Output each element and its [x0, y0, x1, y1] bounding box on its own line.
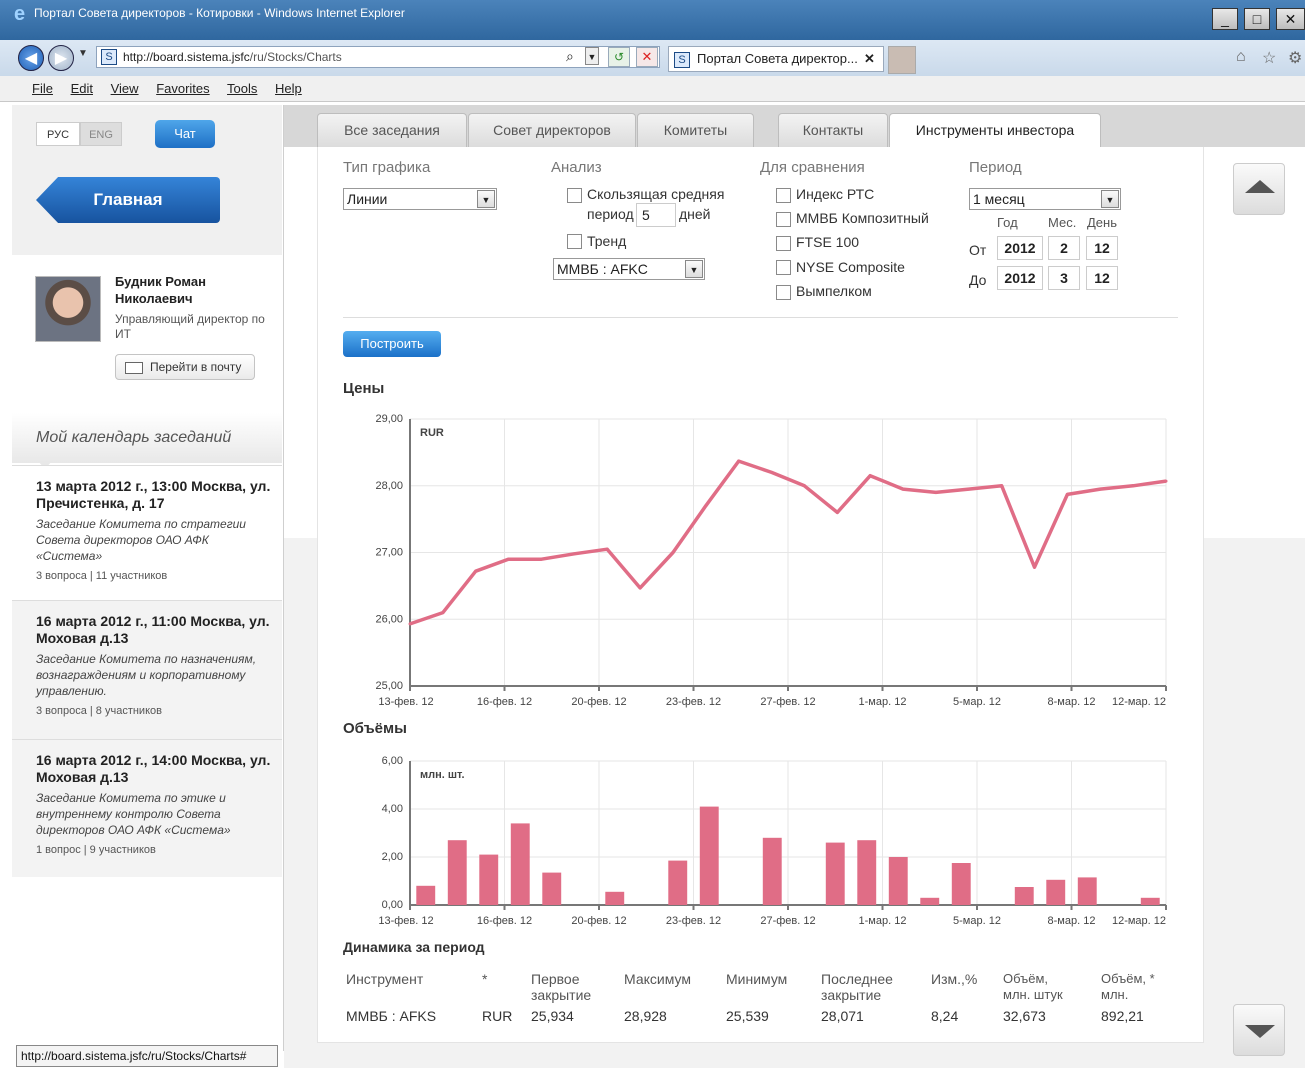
- x-tick-label: 12-мар. 12: [1112, 915, 1166, 927]
- y-tick-label: 26,00: [375, 613, 403, 625]
- price-point: [868, 474, 872, 478]
- table-header-currency: *: [482, 971, 488, 987]
- x-tick-label: 20-фев. 12: [571, 915, 626, 927]
- x-tick-label: 16-фев. 12: [477, 915, 532, 927]
- price-point: [901, 487, 905, 491]
- table-header-instrument: Инструмент: [346, 971, 424, 987]
- x-tick-label: 1-мар. 12: [859, 915, 907, 927]
- x-tick-label: 8-мар. 12: [1048, 696, 1096, 708]
- price-point: [1033, 565, 1037, 569]
- table-header-first-close: Первое закрытие: [531, 971, 592, 1003]
- price-point: [1164, 479, 1168, 483]
- volume-bar: [857, 840, 877, 905]
- y-tick-label: 29,00: [375, 413, 403, 425]
- x-tick-label: 23-фев. 12: [666, 696, 721, 708]
- volume-bar: [479, 854, 499, 905]
- arrow-down-icon: [1245, 1025, 1275, 1038]
- price-point: [835, 510, 839, 514]
- price-point: [408, 622, 412, 626]
- table-cell: 25,934: [531, 1008, 574, 1024]
- y-tick-label: 0,00: [382, 899, 403, 911]
- x-tick-label: 8-мар. 12: [1048, 915, 1096, 927]
- volume-bar: [762, 837, 782, 905]
- price-point: [1131, 484, 1135, 488]
- y-tick-label: 4,00: [382, 803, 403, 815]
- charts-svg: 25,00 26,00 27,00 28,00 29,00 13-фев. 12 16-фе…: [375, 413, 1168, 927]
- x-tick-label: 20-фев. 12: [571, 696, 626, 708]
- unit-label: RUR: [420, 427, 444, 439]
- x-tick-label: 13-фев. 12: [378, 915, 433, 927]
- volume-bar: [605, 891, 625, 905]
- y-tick-label: 6,00: [382, 755, 403, 767]
- price-point: [572, 552, 576, 556]
- price-point: [474, 569, 478, 573]
- table-cell: 28,071: [821, 1008, 864, 1024]
- table-header-volume-money: Объём, * млн.: [1101, 971, 1155, 1002]
- volume-bar: [825, 842, 845, 905]
- volume-bar: [668, 860, 688, 905]
- price-point: [1098, 487, 1102, 491]
- price-point: [934, 490, 938, 494]
- volume-bar: [510, 823, 530, 905]
- x-tick-label: 5-мар. 12: [953, 915, 1001, 927]
- table-cell: 32,673: [1003, 1008, 1046, 1024]
- y-tick-label: 2,00: [382, 851, 403, 863]
- price-point: [967, 487, 971, 491]
- x-tick-label: 5-мар. 12: [953, 696, 1001, 708]
- volume-bar: [1046, 879, 1066, 905]
- price-point: [1065, 492, 1069, 496]
- table-header-volume-shares: Объём, млн. штук: [1003, 971, 1063, 1002]
- price-point: [507, 557, 511, 561]
- volume-bar: [447, 840, 467, 905]
- volume-bar: [1140, 897, 1160, 905]
- volume-bar: [951, 863, 971, 905]
- volume-bar: [1014, 887, 1034, 905]
- x-tick-label: 27-фев. 12: [760, 696, 815, 708]
- x-tick-label: 1-мар. 12: [859, 696, 907, 708]
- scroll-up-button[interactable]: [1233, 163, 1285, 215]
- table-header-min: Минимум: [726, 971, 788, 987]
- price-point: [737, 459, 741, 463]
- y-tick-label: 27,00: [375, 547, 403, 559]
- table-cell: 8,24: [931, 1008, 959, 1024]
- price-point: [638, 586, 642, 590]
- price-point: [539, 557, 543, 561]
- price-point: [441, 611, 445, 615]
- volume-bar: [699, 806, 719, 905]
- volume-bar: [920, 897, 940, 905]
- unit-label: млн. шт.: [420, 769, 465, 781]
- arrow-up-icon: [1245, 180, 1275, 193]
- volume-bar: [542, 872, 562, 905]
- table-header-max: Максимум: [624, 971, 691, 987]
- table-cell: 892,21: [1101, 1008, 1144, 1024]
- price-point: [1000, 484, 1004, 488]
- x-tick-label: 12-мар. 12: [1112, 696, 1166, 708]
- volume-bar: [888, 857, 908, 905]
- table-header-change: Изм.,%: [931, 971, 978, 987]
- y-tick-label: 28,00: [375, 480, 403, 492]
- price-point: [802, 484, 806, 488]
- scroll-down-button[interactable]: [1233, 1004, 1285, 1056]
- table-cell: 28,928: [624, 1008, 667, 1024]
- price-point: [671, 551, 675, 554]
- table-cell: RUR: [482, 1008, 513, 1024]
- table-cell: 25,539: [726, 1008, 769, 1024]
- x-tick-label: 13-фев. 12: [378, 696, 433, 708]
- table-cell: ММВБ : AFKS: [346, 1008, 437, 1024]
- y-tick-label: 25,00: [375, 680, 403, 692]
- table-header-last-close: Последнее закрытие: [821, 971, 893, 1003]
- x-tick-label: 23-фев. 12: [666, 915, 721, 927]
- price-point: [605, 547, 609, 551]
- volume-bar: [1077, 877, 1097, 905]
- volume-bar: [416, 885, 436, 905]
- price-point: [770, 470, 774, 474]
- x-tick-label: 27-фев. 12: [760, 915, 815, 927]
- x-tick-label: 16-фев. 12: [477, 696, 532, 708]
- price-point: [704, 504, 708, 508]
